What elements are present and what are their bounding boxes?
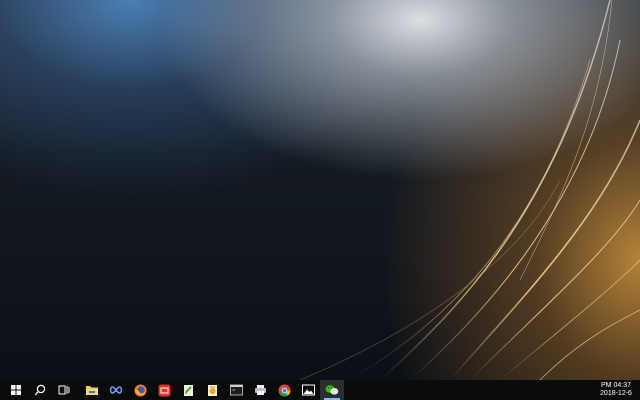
document-icon <box>207 384 217 396</box>
infinity-icon <box>109 386 123 394</box>
task-view-button[interactable] <box>52 380 76 400</box>
clock-date: 2018-12-6 <box>600 390 632 397</box>
printer-icon <box>254 385 266 395</box>
terminal-icon <box>229 384 243 396</box>
wechat-icon <box>325 385 339 395</box>
taskbar-terminal[interactable] <box>224 380 248 400</box>
search-icon <box>34 384 46 396</box>
taskbar-chrome[interactable] <box>272 380 296 400</box>
desktop-wallpaper <box>0 0 640 380</box>
taskbar-photos[interactable] <box>296 380 320 400</box>
taskbar-wechat[interactable] <box>320 380 344 400</box>
light-streaks <box>299 0 640 380</box>
taskbar-document-app[interactable] <box>200 380 224 400</box>
clock-time: PM 04:37 <box>601 382 631 389</box>
firefox-icon <box>134 384 146 396</box>
taskbar-printer-app[interactable] <box>248 380 272 400</box>
notepad-icon <box>183 384 193 396</box>
red-app-icon <box>158 384 170 396</box>
start-button[interactable] <box>4 380 28 400</box>
task-view-icon <box>58 385 70 395</box>
search-button[interactable] <box>28 380 52 400</box>
taskbar-red-app[interactable] <box>152 380 176 400</box>
chrome-icon <box>278 384 290 397</box>
folder-icon <box>86 386 98 395</box>
taskbar: PM 04:37 2018-12-6 <box>0 380 640 400</box>
system-clock[interactable]: PM 04:37 2018-12-6 <box>596 380 640 400</box>
photos-icon <box>301 384 315 396</box>
windows-logo-icon <box>11 385 21 395</box>
taskbar-baidu-netdisk[interactable] <box>104 380 128 400</box>
taskbar-file-explorer[interactable] <box>80 380 104 400</box>
taskbar-firefox[interactable] <box>128 380 152 400</box>
taskbar-notepad-plus[interactable] <box>176 380 200 400</box>
